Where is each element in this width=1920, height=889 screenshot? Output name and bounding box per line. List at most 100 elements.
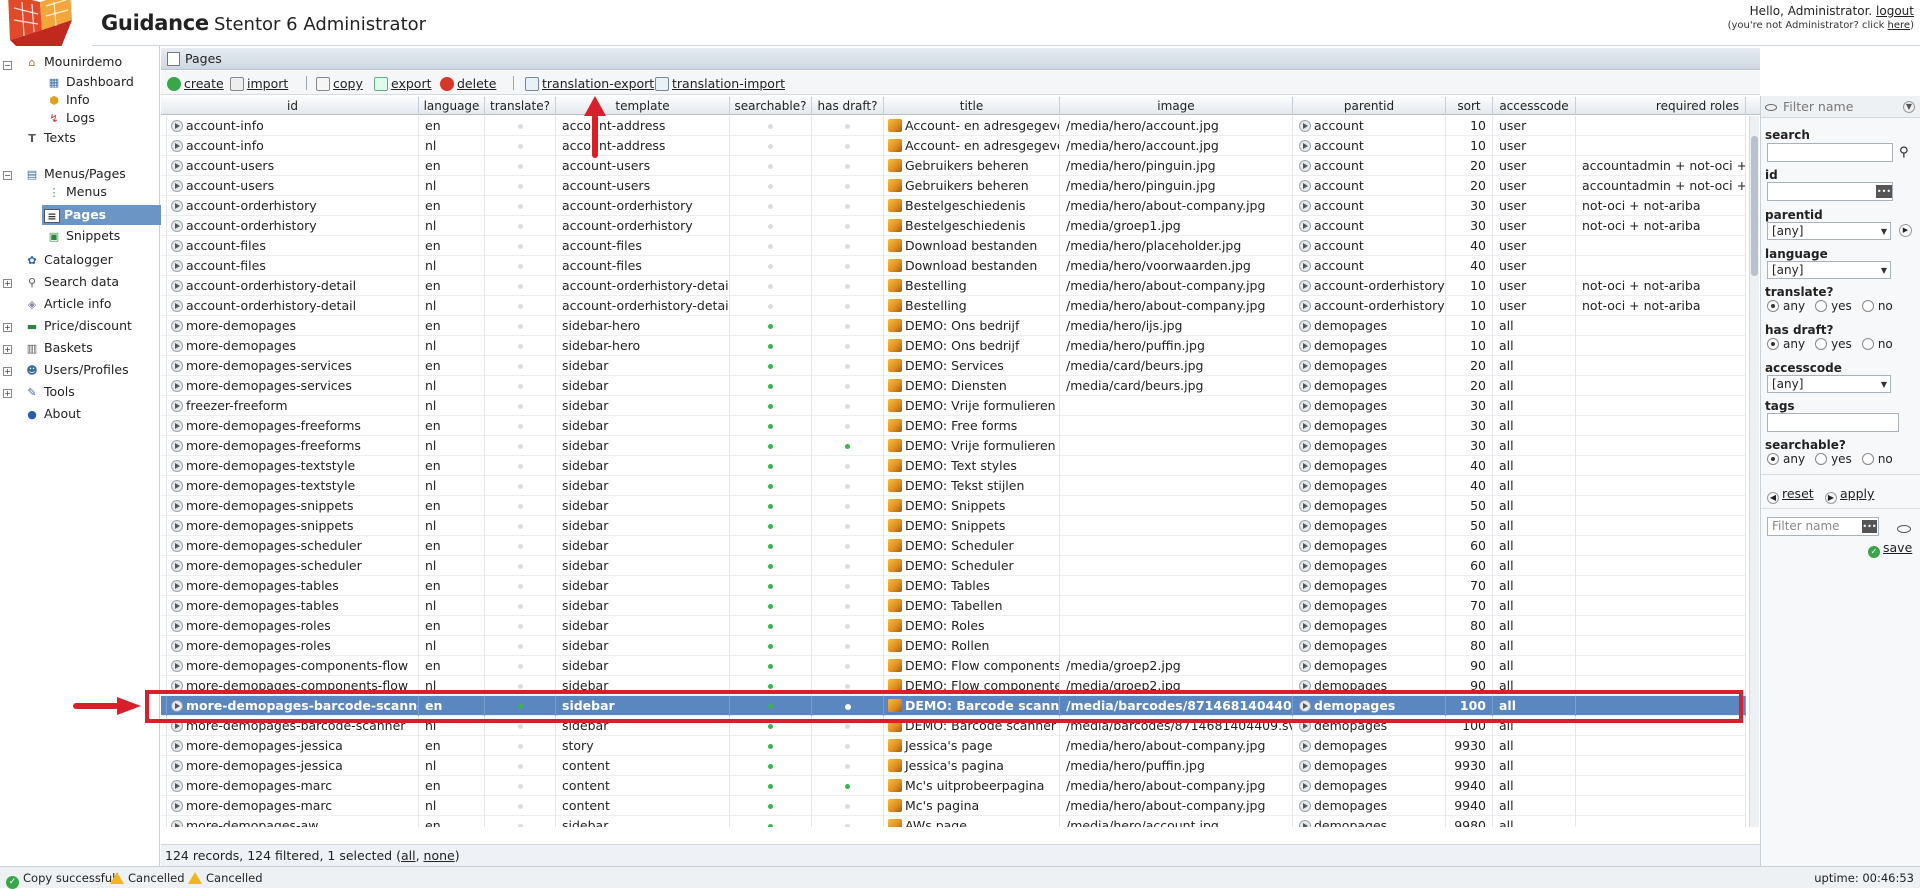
table-row[interactable]: account-orderhistory-detail nl account-ord… — [161, 296, 1746, 316]
expand-toggle[interactable]: + — [3, 389, 12, 398]
cell-id[interactable]: more-demopages-jessica — [167, 756, 419, 776]
translation-export-button[interactable]: translation-export — [525, 76, 654, 91]
navigate-parent-icon[interactable] — [1299, 500, 1311, 512]
table-row[interactable]: more-demopages-services en sidebar DEMO: Se… — [161, 356, 1746, 376]
navigate-parent-icon[interactable] — [1299, 740, 1311, 752]
sidebar-item-menus-pages[interactable]: ▤ Menus/Pages — [24, 164, 126, 184]
copy-button[interactable]: copy — [316, 76, 363, 91]
table-row[interactable]: account-info en account-address Account- en… — [161, 116, 1746, 136]
cell-id[interactable]: more-demopages-aw — [167, 816, 419, 827]
row-open-icon[interactable] — [171, 180, 183, 192]
searchable-any[interactable]: any — [1767, 452, 1805, 466]
table-row[interactable]: more-demopages-components-flow nl sidebar D… — [161, 676, 1746, 696]
cell-parentid[interactable]: demopages — [1293, 736, 1446, 756]
table-row[interactable]: more-demopages-scheduler en sidebar DEMO: S… — [161, 536, 1746, 556]
row-open-icon[interactable] — [171, 800, 183, 812]
cell-parentid[interactable]: account — [1293, 236, 1446, 256]
cell-id[interactable]: more-demopages-scheduler — [167, 556, 419, 576]
cell-id[interactable]: more-demopages-scheduler — [167, 536, 419, 556]
cell-id[interactable]: account-orderhistory — [167, 216, 419, 236]
row-open-icon[interactable] — [171, 700, 183, 712]
table-row[interactable]: more-demopages-roles nl sidebar DEMO: Rolle… — [161, 636, 1746, 656]
row-open-icon[interactable] — [171, 780, 183, 792]
sidebar-item-texts[interactable]: T Texts — [24, 128, 76, 148]
expand-toggle[interactable]: + — [3, 279, 12, 288]
translate-any[interactable]: any — [1767, 299, 1805, 313]
table-row[interactable]: more-demopages-marc en content Mc's uitprob… — [161, 776, 1746, 796]
row-open-icon[interactable] — [171, 240, 183, 252]
table-row[interactable]: more-demopages-snippets nl sidebar DEMO: Sn… — [161, 516, 1746, 536]
cell-id[interactable]: more-demopages-marc — [167, 796, 419, 816]
sidebar-item-info[interactable]: ⬢ Info — [46, 90, 89, 110]
navigate-parent-icon[interactable] — [1299, 420, 1311, 432]
row-open-icon[interactable] — [171, 220, 183, 232]
navigate-parent-icon[interactable] — [1299, 240, 1311, 252]
navigate-parent-icon[interactable] — [1299, 380, 1311, 392]
cell-id[interactable]: account-orderhistory-detail — [167, 296, 419, 316]
cell-id[interactable]: more-demopages-components-flow — [167, 656, 419, 676]
row-open-icon[interactable] — [171, 340, 183, 352]
filter-name-select[interactable]: Filter name — [1783, 99, 1853, 114]
cell-id[interactable]: account-users — [167, 156, 419, 176]
row-open-icon[interactable] — [171, 400, 183, 412]
cell-id[interactable]: more-demopages — [167, 336, 419, 356]
table-row[interactable]: more-demopages-tables en sidebar DEMO: Tabl… — [161, 576, 1746, 596]
navigate-parent-icon[interactable] — [1299, 180, 1311, 192]
navigate-parent-icon[interactable] — [1299, 560, 1311, 572]
cell-parentid[interactable]: demopages — [1293, 416, 1446, 436]
column-header-template[interactable]: template — [556, 97, 730, 115]
row-open-icon[interactable] — [171, 360, 183, 372]
table-row[interactable]: freezer-freeform nl sidebar DEMO: Vrije for… — [161, 396, 1746, 416]
table-row[interactable]: more-demopages-jessica nl content Jessica's… — [161, 756, 1746, 776]
navigate-parent-icon[interactable] — [1299, 580, 1311, 592]
navigate-parent-icon[interactable] — [1299, 780, 1311, 792]
cell-parentid[interactable]: demopages — [1293, 436, 1446, 456]
cell-id[interactable]: more-demopages-barcode-scanner — [167, 716, 419, 736]
save-filter-button[interactable]: ✓ save — [1868, 540, 1912, 558]
cell-id[interactable]: more-demopages-services — [167, 356, 419, 376]
cell-id[interactable]: more-demopages-snippets — [167, 516, 419, 536]
search-icon[interactable]: ⚲ — [1899, 145, 1909, 160]
table-row[interactable]: account-files en account-files Download bes… — [161, 236, 1746, 256]
cell-id[interactable]: account-info — [167, 116, 419, 136]
table-row[interactable]: more-demopages-roles en sidebar DEMO: Roles… — [161, 616, 1746, 636]
cell-parentid[interactable]: account — [1293, 116, 1446, 136]
navigate-parent-icon[interactable] — [1299, 540, 1311, 552]
cell-parentid[interactable]: demopages — [1293, 496, 1446, 516]
collapse-toggle[interactable]: − — [3, 171, 12, 180]
cell-parentid[interactable]: demopages — [1293, 796, 1446, 816]
cell-parentid[interactable]: demopages — [1293, 556, 1446, 576]
table-row[interactable]: more-demopages-freeforms nl sidebar DEMO: V… — [161, 436, 1746, 456]
cell-id[interactable]: more-demopages-freeforms — [167, 416, 419, 436]
sidebar-item-logs[interactable]: ↯ Logs — [46, 108, 94, 128]
sidebar-item-tools[interactable]: ✎ Tools — [24, 382, 74, 402]
row-open-icon[interactable] — [171, 720, 183, 732]
table-row[interactable]: account-files nl account-files Download bes… — [161, 256, 1746, 276]
row-open-icon[interactable] — [171, 320, 183, 332]
navigate-parent-icon[interactable] — [1299, 120, 1311, 132]
row-open-icon[interactable] — [171, 620, 183, 632]
table-row[interactable]: more-demopages-marc nl content Mc's pagina /… — [161, 796, 1746, 816]
expand-toggle[interactable]: + — [3, 345, 12, 354]
navigate-parent-icon[interactable] — [1299, 620, 1311, 632]
row-open-icon[interactable] — [171, 420, 183, 432]
select-none-link[interactable]: none — [424, 848, 455, 863]
searchable-yes[interactable]: yes — [1815, 452, 1852, 466]
navigate-parent-icon[interactable] — [1299, 600, 1311, 612]
cell-id[interactable]: more-demopages-tables — [167, 576, 419, 596]
row-open-icon[interactable] — [171, 520, 183, 532]
export-button[interactable]: export — [374, 76, 432, 91]
sidebar-item-article-info[interactable]: ◈ Article info — [24, 294, 112, 314]
cell-id[interactable]: more-demopages-textstyle — [167, 456, 419, 476]
table-row[interactable]: more-demopages-freeforms en sidebar DEMO: F… — [161, 416, 1746, 436]
column-header-image[interactable]: image — [1060, 97, 1293, 115]
expand-toggle[interactable]: + — [3, 367, 12, 376]
id-input[interactable] — [1767, 182, 1893, 201]
table-row[interactable]: more-demopages-scheduler nl sidebar DEMO: S… — [161, 556, 1746, 576]
navigate-parent-icon[interactable] — [1299, 460, 1311, 472]
navigate-parent-icon[interactable] — [1299, 480, 1311, 492]
cell-id[interactable]: more-demopages-freeforms — [167, 436, 419, 456]
navigate-parent-icon[interactable] — [1299, 320, 1311, 332]
cell-parentid[interactable]: demopages — [1293, 776, 1446, 796]
cell-parentid[interactable]: demopages — [1293, 396, 1446, 416]
